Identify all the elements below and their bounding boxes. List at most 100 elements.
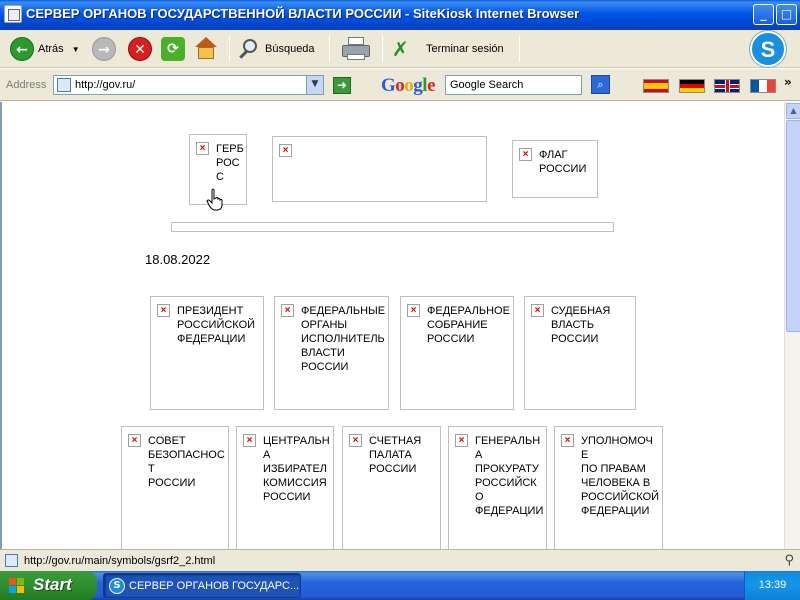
broken-image-icon: ×: [128, 434, 141, 447]
print-button[interactable]: [341, 34, 371, 64]
back-button[interactable]: ← Atrás ▼: [10, 34, 80, 64]
accounts-chamber-link[interactable]: × СЧЕТНАЯ ПАЛАТА РОССИИ: [342, 426, 441, 549]
stop-icon: ✕: [128, 37, 152, 61]
home-button[interactable]: [192, 34, 220, 64]
window-title: СЕРВЕР ОРГАНОВ ГОСУДАРСТВЕННОЙ ВЛАСТИ РО…: [26, 6, 580, 21]
coat-of-arms-label: ГЕРБ РОСС: [216, 143, 244, 183]
tile-label: СУДЕБНАЯ ВЛАСТЬ РОССИИ: [551, 305, 611, 345]
toolbar-separator: [382, 36, 383, 62]
broken-image-icon: ×: [281, 304, 294, 317]
broken-image-icon: ×: [531, 304, 544, 317]
tile-label: ГЕНЕРАЛЬНА ПРОКУРАТУ РОССИЙСКО ФЕДЕРАЦИИ: [475, 435, 544, 517]
skype-taskbar-icon: S: [109, 578, 125, 594]
tile-label: СЧЕТНАЯ ПАЛАТА РОССИИ: [369, 435, 422, 475]
tile-label: ФЕДЕРАЛЬНОЕ СОБРАНИЕ РОССИИ: [427, 305, 510, 345]
address-label: Address: [6, 79, 47, 91]
flag-label: ФЛАГ РОССИИ: [539, 149, 587, 175]
hand-cursor-icon: [206, 188, 223, 211]
security-council-link[interactable]: × СОВЕТ БЕЗОПАСНОСТ РОССИИ: [121, 426, 229, 549]
title-bar[interactable]: СЕРВЕР ОРГАНОВ ГОСУДАРСТВЕННОЙ ВЛАСТИ РО…: [0, 0, 800, 30]
page-status-icon: [5, 554, 18, 567]
scroll-up-icon[interactable]: ▲: [786, 103, 800, 119]
election-commission-link[interactable]: × ЦЕНТРАЛЬНА ИЗБИРАТЕЛ КОМИССИЯ РОССИИ: [236, 426, 334, 549]
human-rights-commissioner-link[interactable]: × УПОЛНОМОЧЕ ПО ПРАВАМ ЧЕЛОВЕКА В РОССИЙ…: [554, 426, 663, 549]
taskbar: Start S СЕРВЕР ОРГАНОВ ГОСУДАРС... 13:39: [0, 571, 800, 600]
federal-assembly-link[interactable]: × ФЕДЕРАЛЬНОЕ СОБРАНИЕ РОССИИ: [400, 296, 514, 410]
google-search-input[interactable]: Google Search: [445, 75, 582, 95]
page-icon: [57, 78, 71, 92]
broken-image-icon: ×: [196, 142, 209, 155]
spanish-flag-icon[interactable]: [643, 79, 669, 93]
president-link[interactable]: × ПРЕЗИДЕНТ РОССИЙСКОЙ ФЕДЕРАЦИИ: [150, 296, 264, 410]
end-session-label: Terminar sesión: [426, 43, 504, 55]
browser-window: СЕРВЕР ОРГАНОВ ГОСУДАРСТВЕННОЙ ВЛАСТИ РО…: [0, 0, 800, 600]
scroll-thumb[interactable]: [786, 120, 800, 332]
minimize-button[interactable]: _: [753, 4, 774, 25]
maximize-button[interactable]: □: [776, 4, 797, 25]
flag-link[interactable]: × ФЛАГ РОССИИ: [512, 140, 598, 198]
french-flag-icon[interactable]: [750, 79, 776, 93]
broken-image-icon: ×: [455, 434, 468, 447]
printer-icon: [341, 36, 371, 62]
google-search-button[interactable]: ⌕: [591, 75, 610, 94]
date-label: 18.08.2022: [145, 252, 211, 267]
search-label: Búsqueda: [265, 43, 315, 55]
uk-flag-icon[interactable]: [714, 79, 740, 93]
toolbar-separator: [229, 36, 230, 62]
separator-bar: [171, 222, 614, 232]
go-arrow-icon[interactable]: ➜: [333, 77, 351, 94]
back-arrow-icon: ←: [10, 37, 34, 61]
tile-label: УПОЛНОМОЧЕ ПО ПРАВАМ ЧЕЛОВЕКА В РОССИЙСК…: [581, 435, 660, 517]
vertical-scrollbar[interactable]: ▲: [784, 102, 800, 549]
broken-image-icon: ×: [279, 144, 292, 157]
skype-icon[interactable]: S: [750, 31, 786, 67]
system-tray-clock[interactable]: 13:39: [744, 571, 800, 600]
address-input[interactable]: http://gov.ru/ ▼: [53, 75, 324, 95]
address-url: http://gov.ru/: [75, 79, 136, 91]
broken-image-icon: ×: [561, 434, 574, 447]
home-icon: [192, 37, 220, 61]
search-icon: ⌕: [597, 78, 604, 91]
taskbar-item-label: СЕРВЕР ОРГАНОВ ГОСУДАРС...: [129, 580, 300, 592]
start-label: Start: [33, 575, 72, 594]
end-session-icon: ✗: [392, 37, 409, 61]
search-button[interactable]: Búsqueda: [237, 34, 315, 64]
address-dropdown-icon[interactable]: ▼: [306, 76, 323, 94]
status-bar: http://gov.ru/main/symbols/gsrf2_2.html …: [0, 549, 800, 571]
navigation-toolbar: ← Atrás ▼ → ✕ ⟳ Búsqueda ✗ Terminar sesi…: [0, 30, 800, 68]
refresh-button[interactable]: ⟳: [161, 34, 185, 64]
toolbar-separator: [519, 36, 520, 62]
start-button[interactable]: Start: [0, 571, 97, 600]
tile-label: ФЕДЕРАЛЬНЫЕ ОРГАНЫ ИСПОЛНИТЕЛЬ ВЛАСТИ РО…: [301, 305, 386, 373]
toolbar-separator: [329, 36, 330, 62]
back-label: Atrás: [38, 43, 64, 55]
german-flag-icon[interactable]: [679, 79, 705, 93]
refresh-icon: ⟳: [161, 37, 185, 61]
judiciary-link[interactable]: × СУДЕБНАЯ ВЛАСТЬ РОССИИ: [524, 296, 636, 410]
stop-button[interactable]: ✕: [128, 34, 152, 64]
tile-label: СОВЕТ БЕЗОПАСНОСТ РОССИИ: [148, 435, 225, 489]
banner-image: ×: [272, 136, 487, 202]
back-dropdown-icon[interactable]: ▼: [72, 45, 80, 54]
page-content: × ГЕРБ РОСС × × ФЛАГ РОССИИ 18.08.2022 ×…: [0, 102, 784, 549]
broken-image-icon: ×: [349, 434, 362, 447]
prosecutor-general-link[interactable]: × ГЕНЕРАЛЬНА ПРОКУРАТУ РОССИЙСКО ФЕДЕРАЦ…: [448, 426, 547, 549]
end-session-button[interactable]: ✗ Terminar sesión: [392, 34, 504, 64]
broken-image-icon: ×: [157, 304, 170, 317]
forward-button[interactable]: →: [92, 34, 116, 64]
taskbar-browser-item[interactable]: S СЕРВЕР ОРГАНОВ ГОСУДАРС...: [103, 573, 301, 598]
magnifier-icon: [237, 37, 261, 61]
broken-image-icon: ×: [519, 148, 532, 161]
executive-bodies-link[interactable]: × ФЕДЕРАЛЬНЫЕ ОРГАНЫ ИСПОЛНИТЕЛЬ ВЛАСТИ …: [274, 296, 389, 410]
tile-label: ПРЕЗИДЕНТ РОССИЙСКОЙ ФЕДЕРАЦИИ: [177, 305, 256, 345]
google-logo: Google: [381, 75, 435, 96]
forward-arrow-icon: →: [92, 37, 116, 61]
windows-logo-icon: [9, 578, 25, 594]
address-bar: Address http://gov.ru/ ▼ ➜ Google Google…: [0, 69, 800, 101]
more-chevron-icon[interactable]: »: [784, 75, 792, 89]
window-app-icon: [4, 5, 22, 23]
broken-image-icon: ×: [243, 434, 256, 447]
status-url: http://gov.ru/main/symbols/gsrf2_2.html: [24, 555, 216, 567]
tile-label: ЦЕНТРАЛЬНА ИЗБИРАТЕЛ КОМИССИЯ РОССИИ: [263, 435, 330, 503]
broken-image-icon: ×: [407, 304, 420, 317]
